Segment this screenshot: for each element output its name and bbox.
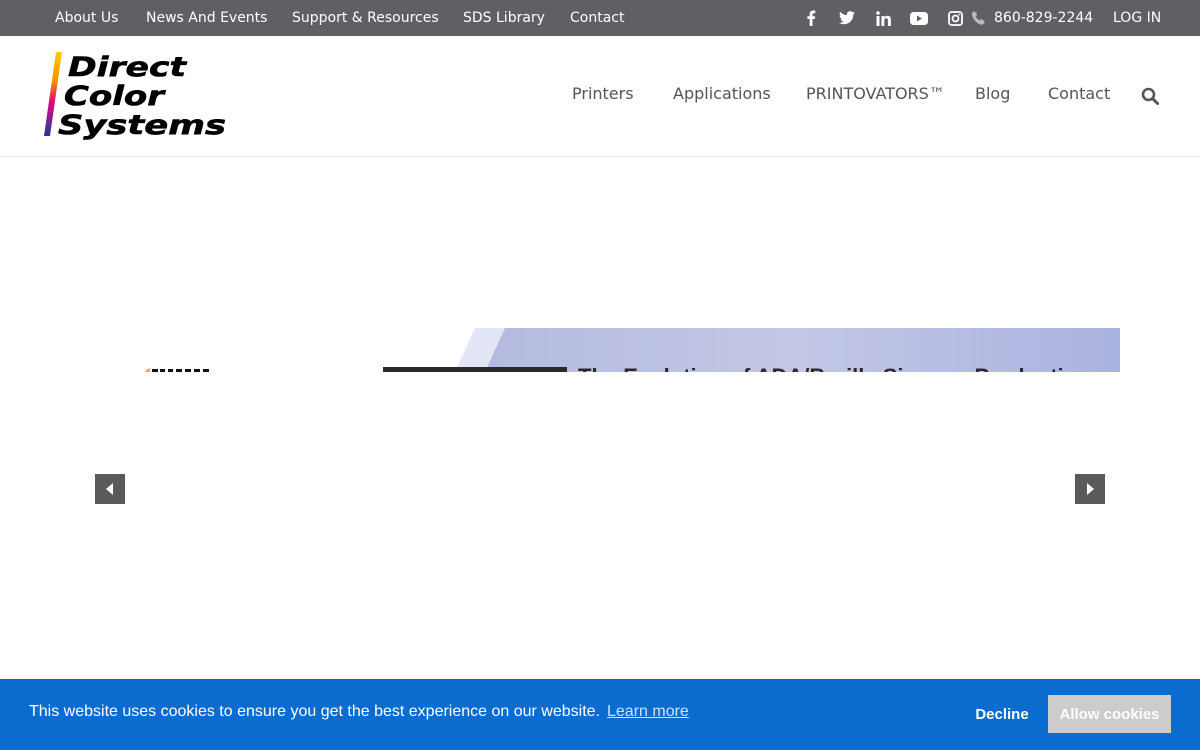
- nav-printers[interactable]: Printers: [572, 84, 634, 103]
- slide-title: The Evolution of ADA/Braille Signage Pro…: [578, 364, 1091, 372]
- logo-word-systems: Systems: [58, 110, 226, 141]
- cookie-message: This website uses cookies to ensure you …: [29, 703, 600, 720]
- cookie-decline-button[interactable]: Decline: [960, 695, 1044, 733]
- instagram-icon[interactable]: [946, 9, 964, 27]
- nav-applications[interactable]: Applications: [673, 84, 771, 103]
- top-link-sds-library[interactable]: SDS Library: [463, 0, 545, 36]
- site-header: Direct Color Systems Printers Applicatio…: [0, 36, 1200, 157]
- top-link-contact[interactable]: Contact: [570, 0, 624, 36]
- twitter-icon[interactable]: [838, 9, 856, 27]
- search-icon[interactable]: [1141, 87, 1159, 105]
- top-link-news-and-events[interactable]: News And Events: [146, 0, 267, 36]
- logo-word-direct: Direct: [68, 52, 187, 83]
- slider-next-button[interactable]: [1075, 474, 1105, 504]
- nav-printovators[interactable]: PRINTOVATORS™: [806, 84, 945, 103]
- cookie-learn-more-link[interactable]: Learn more: [607, 703, 689, 721]
- phone-icon: [971, 10, 986, 26]
- phone-number[interactable]: 860-829-2244: [994, 0, 1093, 36]
- top-link-support-resources[interactable]: Support & Resources: [292, 0, 439, 36]
- chevron-right-icon: [1087, 483, 1094, 495]
- nav-contact[interactable]: Contact: [1048, 84, 1110, 103]
- youtube-icon[interactable]: [910, 9, 928, 27]
- hero-slider: The Evolution of ADA/Braille Signage Pro…: [0, 157, 1200, 679]
- chevron-left-icon: [106, 483, 113, 495]
- facebook-icon[interactable]: [802, 9, 820, 27]
- top-link-about-us[interactable]: About Us: [55, 0, 118, 36]
- login-link[interactable]: LOG IN: [1113, 0, 1161, 36]
- direct-color-systems-logo[interactable]: Direct Color Systems: [42, 50, 232, 142]
- logo-word-color: Color: [64, 81, 166, 112]
- cookie-allow-button[interactable]: Allow cookies: [1048, 695, 1171, 733]
- cookie-consent-bar: This website uses cookies to ensure you …: [0, 679, 1200, 750]
- nav-blog[interactable]: Blog: [975, 84, 1010, 103]
- slide-banner[interactable]: The Evolution of ADA/Braille Signage Pro…: [80, 328, 1120, 372]
- top-utility-bar: About Us News And Events Support & Resou…: [0, 0, 1200, 36]
- slider-prev-button[interactable]: [95, 474, 125, 504]
- linkedin-icon[interactable]: [874, 9, 892, 27]
